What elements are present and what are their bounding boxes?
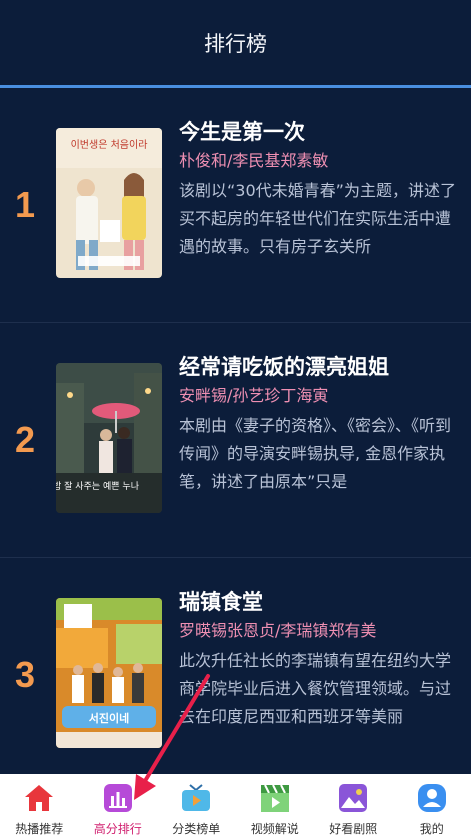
drama-title[interactable]: 瑞镇食堂 xyxy=(179,586,457,618)
tab-label: 视频解说 xyxy=(250,822,299,836)
rank-number: 1 xyxy=(14,184,36,225)
list-item[interactable]: 3 서진이네 瑞镇食堂 罗暎锡张恩贞/李瑞镇郑有美 此次升任社长的李瑞镇有望在纽… xyxy=(0,558,471,793)
svg-text:밥 잘 사주는 예쁜 누나: 밥 잘 사주는 예쁜 누나 xyxy=(56,480,139,492)
tab-high-score[interactable]: 高分排行 xyxy=(79,774,158,840)
poster-image[interactable]: 서진이네 xyxy=(56,598,162,748)
svg-text:서진이네: 서진이네 xyxy=(89,711,129,725)
tab-hot-recommend[interactable]: 热播推荐 xyxy=(0,774,79,840)
poster-image[interactable]: 이번생은 처음이라 xyxy=(56,128,162,278)
poster-graphic: 이번생은 처음이라 xyxy=(56,128,162,278)
poster-graphic: 밥 잘 사주는 예쁜 누나 xyxy=(56,363,162,513)
page-title: 排行榜 xyxy=(204,31,267,56)
item-info: 今生是第一次 朴俊和/李民基郑素敏 该剧以“30代未婚青春”为主题，讲述了买不起… xyxy=(179,116,457,289)
tab-label: 好看剧照 xyxy=(329,822,378,836)
clapperboard-icon xyxy=(259,782,291,814)
drama-cast: 朴俊和/李民基郑素敏 xyxy=(179,151,329,170)
tab-photos[interactable]: 好看剧照 xyxy=(314,774,393,840)
tab-label: 分类榜单 xyxy=(172,822,221,836)
bottom-tab-bar: 热播推荐 高分排行 分类榜单 视频解说 好看剧照 我的 xyxy=(0,774,471,840)
rank-number: 3 xyxy=(14,654,36,695)
page-header: 排行榜 xyxy=(0,0,471,88)
tab-label: 热播推荐 xyxy=(15,822,64,836)
ranking-list: 1 이번생은 처음이라 今生是第一次 朴俊和/李民基郑素敏 该剧以“30代未婚青… xyxy=(0,88,471,793)
home-icon xyxy=(23,782,55,814)
drama-description: 本剧由《妻子的资格》、《密会》、《听到传闻》的导演安畔锡执导, 金恩作家执笔，讲… xyxy=(179,416,452,491)
drama-description: 该剧以“30代未婚青春”为主题，讲述了买不起房的年轻世代们在实际生活中遭遇的故事… xyxy=(179,181,456,256)
drama-cast: 罗暎锡张恩贞/李瑞镇郑有美 xyxy=(179,621,377,640)
tab-category-list[interactable]: 分类榜单 xyxy=(157,774,236,840)
drama-cast: 安畔锡/孙艺珍丁海寅 xyxy=(179,386,329,405)
list-item[interactable]: 1 이번생은 처음이라 今生是第一次 朴俊和/李民基郑素敏 该剧以“30代未婚青… xyxy=(0,88,471,323)
tab-label: 高分排行 xyxy=(93,822,142,836)
rank-number: 2 xyxy=(14,419,36,460)
tab-mine[interactable]: 我的 xyxy=(393,774,471,840)
tab-video-commentary[interactable]: 视频解说 xyxy=(236,774,315,840)
image-icon xyxy=(337,782,369,814)
drama-title[interactable]: 经常请吃饭的漂亮姐姐 xyxy=(179,351,457,383)
drama-title[interactable]: 今生是第一次 xyxy=(179,116,457,148)
tab-label: 我的 xyxy=(419,822,444,836)
chart-icon xyxy=(102,782,134,814)
item-info: 瑞镇食堂 罗暎锡张恩贞/李瑞镇郑有美 此次升任社长的李瑞镇有望在纽约大学商学院毕… xyxy=(179,586,457,759)
drama-description: 此次升任社长的李瑞镇有望在纽约大学商学院毕业后进入餐饮管理领域。与过去在印度尼西… xyxy=(179,651,452,726)
tv-icon xyxy=(180,782,212,814)
item-info: 经常请吃饭的漂亮姐姐 安畔锡/孙艺珍丁海寅 本剧由《妻子的资格》、《密会》、《听… xyxy=(179,351,457,524)
user-icon xyxy=(416,782,448,814)
poster-image[interactable]: 밥 잘 사주는 예쁜 누나 xyxy=(56,363,162,513)
list-item[interactable]: 2 밥 잘 사주는 예쁜 누나 经常请吃饭的漂亮姐姐 安畔锡/孙艺珍丁海寅 本剧… xyxy=(0,323,471,558)
poster-graphic: 서진이네 xyxy=(56,598,162,748)
svg-text:이번생은 처음이라: 이번생은 처음이라 xyxy=(71,139,148,151)
